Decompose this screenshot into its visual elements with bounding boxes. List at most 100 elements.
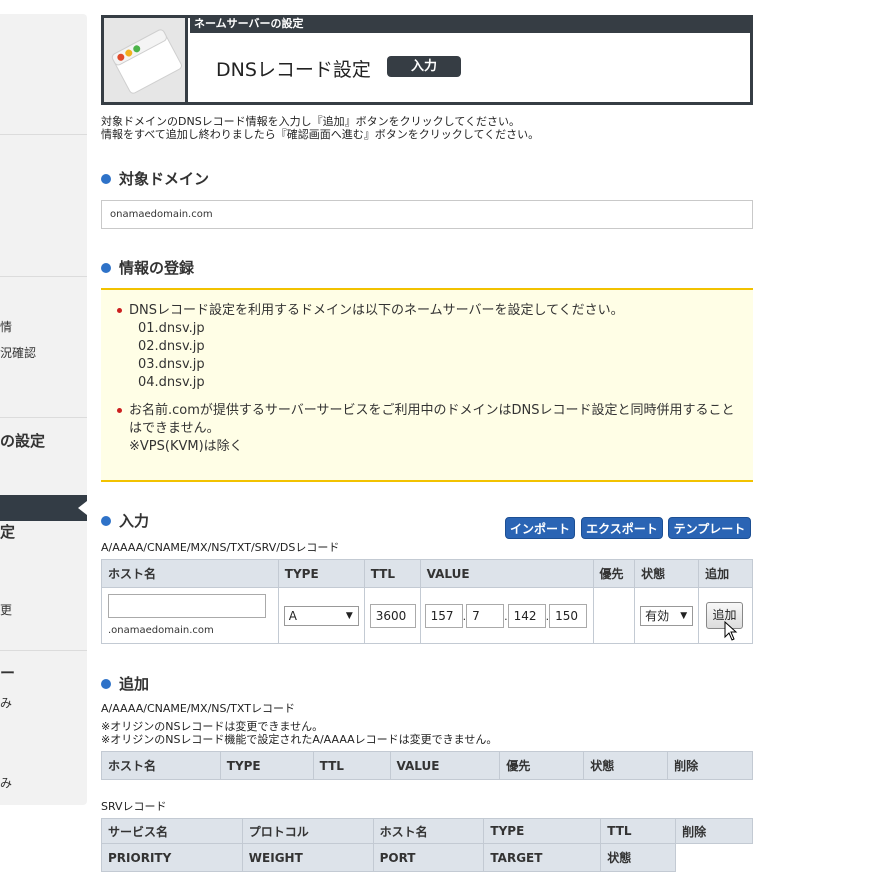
notice-item-cont: はできません。 bbox=[129, 421, 220, 436]
intro-line: 対象ドメインのDNSレコード情報を入力し『追加』ボタンをクリックしてください。 bbox=[101, 115, 521, 128]
notice-box: DNSレコード設定を利用するドメインは以下のネームサーバーを設定してください。 … bbox=[101, 288, 753, 482]
column-header: 状態 bbox=[600, 843, 677, 872]
dropdown-arrow-icon: ▼ bbox=[345, 610, 353, 621]
section-label: ネームサーバーの設定 bbox=[190, 15, 750, 33]
host-cell: .onamaedomain.com bbox=[101, 587, 279, 644]
column-header: TYPE bbox=[277, 559, 365, 588]
column-header: 優先 bbox=[592, 559, 636, 588]
sidebar-heading[interactable]: の設定 bbox=[0, 430, 45, 451]
page-header: ネームサーバーの設定 DNSレコード設定 入力 bbox=[101, 15, 753, 105]
nameserver: 04.dnsv.jp bbox=[138, 375, 205, 390]
bullet-icon bbox=[101, 678, 111, 689]
ttl-cell: 3600 bbox=[363, 587, 421, 644]
target-domain-heading: 対象ドメイン bbox=[101, 168, 209, 189]
srv-table: サービス名 プロトコル ホスト名 TYPE TTL 削除 PRIORITY WE… bbox=[101, 818, 753, 872]
bullet-icon bbox=[101, 262, 111, 273]
column-header: 状態 bbox=[583, 751, 669, 780]
host-input[interactable] bbox=[108, 594, 266, 618]
step-badge: 入力 bbox=[387, 56, 461, 77]
sidebar-item[interactable]: 情 bbox=[0, 318, 12, 335]
column-header: VALUE bbox=[419, 559, 594, 588]
column-header: 削除 bbox=[667, 751, 753, 780]
intro-line: 情報をすべて追加し終わりましたら『確認画面へ進む』ボタンをクリックしてください。 bbox=[101, 128, 540, 141]
column-header: ホスト名 bbox=[101, 751, 221, 780]
sidebar-divider bbox=[0, 417, 87, 418]
dropdown-arrow-icon: ▼ bbox=[680, 610, 688, 621]
type-select[interactable]: A ▼ bbox=[283, 605, 359, 626]
type-value: A bbox=[288, 608, 298, 623]
table-header-row: ホスト名 TYPE TTL VALUE 優先 状態 追加 bbox=[101, 559, 753, 588]
add-cell: 追加 bbox=[698, 587, 753, 644]
column-header: TTL bbox=[312, 751, 391, 780]
status-select[interactable]: 有効 ▼ bbox=[640, 605, 694, 626]
add-caption: A/AAAA/CNAME/MX/NS/TXTレコード bbox=[101, 702, 295, 715]
value-cell: 157. 7. 142. 150 bbox=[419, 587, 594, 644]
column-header: TARGET bbox=[483, 843, 602, 872]
import-button[interactable]: インポート bbox=[505, 517, 575, 539]
notice-item: DNSレコード設定を利用するドメインは以下のネームサーバーを設定してください。 bbox=[115, 302, 753, 320]
cursor-icon bbox=[724, 621, 738, 641]
nameserver: 02.dnsv.jp bbox=[138, 339, 205, 354]
column-header: TYPE bbox=[219, 751, 314, 780]
sidebar-heading[interactable]: 定 bbox=[0, 521, 15, 542]
heading-text: 情報の登録 bbox=[119, 259, 195, 277]
srv-caption: SRVレコード bbox=[101, 800, 167, 813]
ip-octet-3[interactable]: 142 bbox=[507, 603, 546, 628]
column-header: 状態 bbox=[634, 559, 700, 588]
table-header-row: サービス名 プロトコル ホスト名 TYPE TTL 削除 bbox=[101, 818, 753, 844]
sidebar-item[interactable]: み bbox=[0, 694, 12, 711]
heading-text: 対象ドメイン bbox=[119, 170, 210, 188]
column-header: PORT bbox=[372, 843, 485, 872]
column-header: 削除 bbox=[675, 818, 753, 844]
empty-cell bbox=[675, 843, 753, 872]
sidebar-item[interactable]: 更 bbox=[0, 601, 12, 618]
ttl-input[interactable]: 3600 bbox=[369, 603, 416, 628]
table-row: .onamaedomain.com A ▼ 3600 157. 7. 142. 150… bbox=[101, 587, 753, 644]
notice-item: お名前.comが提供するサーバーサービスをご利用中のドメインはDNSレコード設定… bbox=[115, 402, 753, 420]
window-icon bbox=[104, 18, 188, 102]
host-suffix: .onamaedomain.com bbox=[108, 625, 214, 636]
table-header-row: ホスト名 TYPE TTL VALUE 優先 状態 削除 bbox=[101, 751, 753, 780]
column-header: プロトコル bbox=[241, 818, 374, 844]
column-header: サービス名 bbox=[101, 818, 243, 844]
sidebar-divider bbox=[0, 134, 87, 135]
column-header: ホスト名 bbox=[101, 559, 279, 588]
status-value: 有効 bbox=[645, 608, 670, 623]
sidebar-divider bbox=[0, 276, 87, 277]
nameserver: 01.dnsv.jp bbox=[138, 321, 205, 336]
status-cell: 有効 ▼ bbox=[634, 587, 700, 644]
bullet-icon bbox=[101, 173, 111, 184]
add-note: ※オリジンのNSレコード機能で設定されたA/AAAAレコードは変更できません。 bbox=[101, 733, 498, 746]
sidebar-heading[interactable]: ー bbox=[0, 662, 15, 683]
sidebar-item[interactable]: 況確認 bbox=[0, 344, 36, 361]
add-heading: 追加 bbox=[101, 673, 149, 694]
sidebar-item[interactable]: み bbox=[0, 774, 12, 791]
table-header-row: PRIORITY WEIGHT PORT TARGET 状態 bbox=[101, 843, 753, 872]
type-cell: A ▼ bbox=[277, 587, 365, 644]
notice-item-cont: ※VPS(KVM)は除く bbox=[129, 439, 243, 454]
sidebar-active-item[interactable] bbox=[0, 495, 87, 521]
heading-text: 追加 bbox=[119, 675, 150, 693]
input-caption: A/AAAA/CNAME/MX/NS/TXT/SRV/DSレコード bbox=[101, 541, 340, 554]
add-note: ※オリジンのNSレコードは変更できません。 bbox=[101, 720, 324, 733]
priority-cell bbox=[592, 587, 636, 644]
column-header: WEIGHT bbox=[241, 843, 374, 872]
column-header: TTL bbox=[363, 559, 421, 588]
intro-text: 対象ドメインのDNSレコード情報を入力し『追加』ボタンをクリックしてください。 … bbox=[101, 115, 539, 141]
page-title: DNSレコード設定 bbox=[216, 59, 371, 81]
ip-octet-2[interactable]: 7 bbox=[466, 603, 505, 628]
bullet-icon bbox=[101, 515, 111, 526]
ip-octet-4[interactable]: 150 bbox=[549, 603, 588, 628]
nameserver-list: 01.dnsv.jp 02.dnsv.jp 03.dnsv.jp 04.dnsv… bbox=[115, 320, 753, 392]
heading-text: 入力 bbox=[119, 512, 150, 530]
column-header: TYPE bbox=[483, 818, 602, 844]
sidebar-divider bbox=[0, 650, 87, 651]
input-table: ホスト名 TYPE TTL VALUE 優先 状態 追加 .onamaedoma… bbox=[101, 559, 753, 644]
ip-octet-1[interactable]: 157 bbox=[424, 603, 463, 628]
export-button[interactable]: エクスポート bbox=[581, 517, 663, 539]
registration-heading: 情報の登録 bbox=[101, 257, 194, 278]
template-button[interactable]: テンプレート bbox=[668, 517, 751, 539]
column-header: ホスト名 bbox=[372, 818, 485, 844]
column-header: VALUE bbox=[389, 751, 501, 780]
target-domain-value: onamaedomain.com bbox=[101, 200, 753, 229]
